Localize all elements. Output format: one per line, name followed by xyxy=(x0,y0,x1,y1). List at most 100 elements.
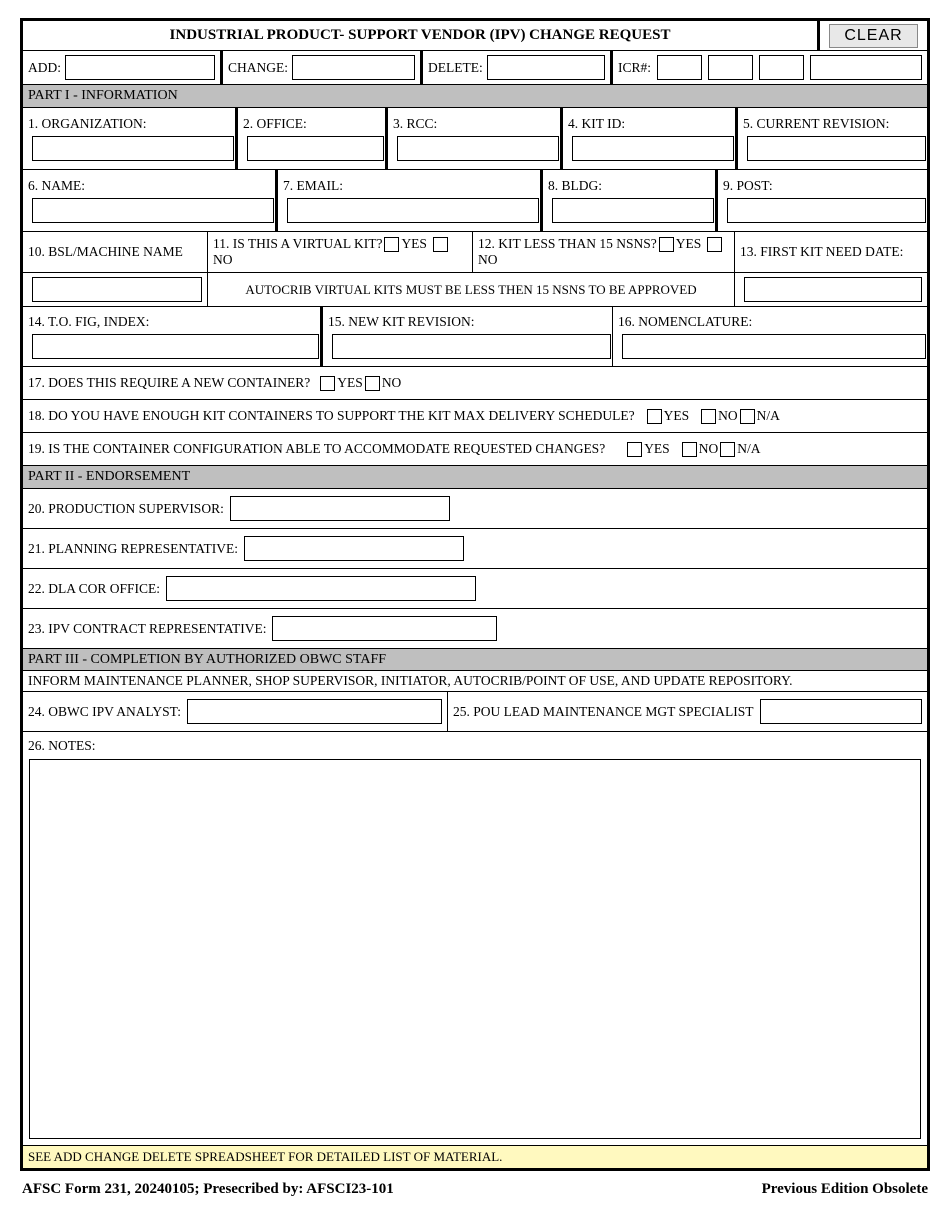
cell-19: 19. IS THE CONTAINER CONFIGURATION ABLE … xyxy=(23,433,927,465)
label-currev: 5. CURRENT REVISION: xyxy=(743,116,889,132)
checkbox-19-no[interactable] xyxy=(682,442,697,457)
cell-bldg: 8. BLDG: xyxy=(543,170,718,231)
label-rcc: 3. RCC: xyxy=(393,116,437,132)
label-bsl: 10. BSL/MACHINE NAME xyxy=(28,244,183,260)
part3-note: INFORM MAINTENANCE PLANNER, SHOP SUPERVI… xyxy=(23,671,927,692)
cell-to: 14. T.O. FIG, INDEX: xyxy=(23,307,323,366)
yellow-bar: SEE ADD CHANGE DELETE SPREADSHEET FOR DE… xyxy=(23,1145,927,1168)
label-virtualkit: 11. IS THIS A VIRTUAL KIT? xyxy=(213,236,382,252)
checkbox-19-na[interactable] xyxy=(720,442,735,457)
input-firstkit[interactable] xyxy=(744,277,922,302)
cell-21: 21. PLANNING REPRESENTATIVE: xyxy=(23,529,927,568)
cell-newrev: 15. NEW KIT REVISION: xyxy=(323,307,613,366)
cell-organization: 1. ORGANIZATION: xyxy=(23,108,238,169)
input-newrev[interactable] xyxy=(332,334,611,359)
label-19: 19. IS THE CONTAINER CONFIGURATION ABLE … xyxy=(28,441,605,457)
checkbox-virtual-no[interactable] xyxy=(433,237,448,252)
cell-office: 2. OFFICE: xyxy=(238,108,388,169)
input-21[interactable] xyxy=(244,536,464,561)
label-17: 17. DOES THIS REQUIRE A NEW CONTAINER? xyxy=(28,375,310,391)
cell-add: ADD: xyxy=(23,51,223,84)
cell-delete: DELETE: xyxy=(423,51,613,84)
input-rcc[interactable] xyxy=(397,136,559,161)
form-header: INDUSTRIAL PRODUCT- SUPPORT VENDOR (IPV)… xyxy=(23,21,927,51)
cell-bsl-label: 10. BSL/MACHINE NAME xyxy=(23,232,208,272)
label-bldg: 8. BLDG: xyxy=(548,178,602,194)
input-bldg[interactable] xyxy=(552,198,714,223)
label-24: 24. OBWC IPV ANALYST: xyxy=(28,704,181,720)
cell-less15: 12. KIT LESS THAN 15 NSNS? YES NO xyxy=(473,232,735,272)
clear-button-cell: CLEAR xyxy=(817,21,927,50)
cell-post: 9. POST: xyxy=(718,170,927,231)
input-icr-4[interactable] xyxy=(810,55,922,80)
cell-email: 7. EMAIL: xyxy=(278,170,543,231)
label-19-na: N/A xyxy=(737,441,760,457)
cell-bsl-input xyxy=(23,273,208,306)
checkbox-virtual-yes[interactable] xyxy=(384,237,399,252)
input-25[interactable] xyxy=(760,699,922,724)
checkbox-less15-no[interactable] xyxy=(707,237,722,252)
checkbox-less15-yes[interactable] xyxy=(659,237,674,252)
cell-name: 6. NAME: xyxy=(23,170,278,231)
input-23[interactable] xyxy=(272,616,497,641)
label-icr: ICR#: xyxy=(618,60,651,76)
input-to[interactable] xyxy=(32,334,319,359)
input-icr-3[interactable] xyxy=(759,55,804,80)
cell-rcc: 3. RCC: xyxy=(388,108,563,169)
checkbox-18-yes[interactable] xyxy=(647,409,662,424)
label-email: 7. EMAIL: xyxy=(283,178,343,194)
checkbox-17-no[interactable] xyxy=(365,376,380,391)
checkbox-17-yes[interactable] xyxy=(320,376,335,391)
cell-23: 23. IPV CONTRACT REPRESENTATIVE: xyxy=(23,609,927,648)
row-action: ADD: CHANGE: DELETE: ICR#: xyxy=(23,51,927,85)
clear-button[interactable]: CLEAR xyxy=(829,24,917,48)
label-17-yes: YES xyxy=(337,375,363,391)
input-organization[interactable] xyxy=(32,136,234,161)
checkbox-18-no[interactable] xyxy=(701,409,716,424)
cell-18: 18. DO YOU HAVE ENOUGH KIT CONTAINERS TO… xyxy=(23,400,927,432)
label-19-no: NO xyxy=(699,441,719,457)
input-change[interactable] xyxy=(292,55,415,80)
row-17: 17. DOES THIS REQUIRE A NEW CONTAINER? Y… xyxy=(23,367,927,400)
input-currev[interactable] xyxy=(747,136,926,161)
cell-virtualkit: 11. IS THIS A VIRTUAL KIT? YES NO xyxy=(208,232,473,272)
checkbox-19-yes[interactable] xyxy=(627,442,642,457)
label-organization: 1. ORGANIZATION: xyxy=(28,116,147,132)
part1-header: PART I - INFORMATION xyxy=(23,85,927,108)
input-bsl[interactable] xyxy=(32,277,202,302)
input-office[interactable] xyxy=(247,136,384,161)
input-notes[interactable] xyxy=(29,759,921,1139)
input-add[interactable] xyxy=(65,55,215,80)
label-delete: DELETE: xyxy=(428,60,483,76)
row-10-13-bottom: AUTOCRIB VIRTUAL KITS MUST BE LESS THEN … xyxy=(23,273,927,307)
label-kitid: 4. KIT ID: xyxy=(568,116,625,132)
input-email[interactable] xyxy=(287,198,539,223)
input-name[interactable] xyxy=(32,198,274,223)
input-icr-1[interactable] xyxy=(657,55,702,80)
input-20[interactable] xyxy=(230,496,450,521)
input-post[interactable] xyxy=(727,198,926,223)
cell-firstkit-label: 13. FIRST KIT NEED DATE: xyxy=(735,232,927,272)
input-icr-2[interactable] xyxy=(708,55,753,80)
input-nomen[interactable] xyxy=(622,334,926,359)
row-23: 23. IPV CONTRACT REPRESENTATIVE: xyxy=(23,609,927,649)
checkbox-18-na[interactable] xyxy=(740,409,755,424)
cell-22: 22. DLA COR OFFICE: xyxy=(23,569,927,608)
cell-26: 26. NOTES: xyxy=(23,732,927,1139)
label-26: 26. NOTES: xyxy=(28,738,96,753)
input-22[interactable] xyxy=(166,576,476,601)
input-delete[interactable] xyxy=(487,55,605,80)
input-kitid[interactable] xyxy=(572,136,734,161)
input-24[interactable] xyxy=(187,699,442,724)
label-newrev: 15. NEW KIT REVISION: xyxy=(328,314,475,330)
label-nomen: 16. NOMENCLATURE: xyxy=(618,314,752,330)
cell-icr: ICR#: xyxy=(613,51,927,84)
label-post: 9. POST: xyxy=(723,178,773,194)
row-19: 19. IS THE CONTAINER CONFIGURATION ABLE … xyxy=(23,433,927,466)
label-change: CHANGE: xyxy=(228,60,288,76)
label-less15-yes: YES xyxy=(676,236,702,252)
label-office: 2. OFFICE: xyxy=(243,116,307,132)
form-container: INDUSTRIAL PRODUCT- SUPPORT VENDOR (IPV)… xyxy=(20,18,930,1171)
cell-25: 25. POU LEAD MAINTENANCE MGT SPECIALIST xyxy=(448,692,927,731)
label-18-na: N/A xyxy=(757,408,780,424)
